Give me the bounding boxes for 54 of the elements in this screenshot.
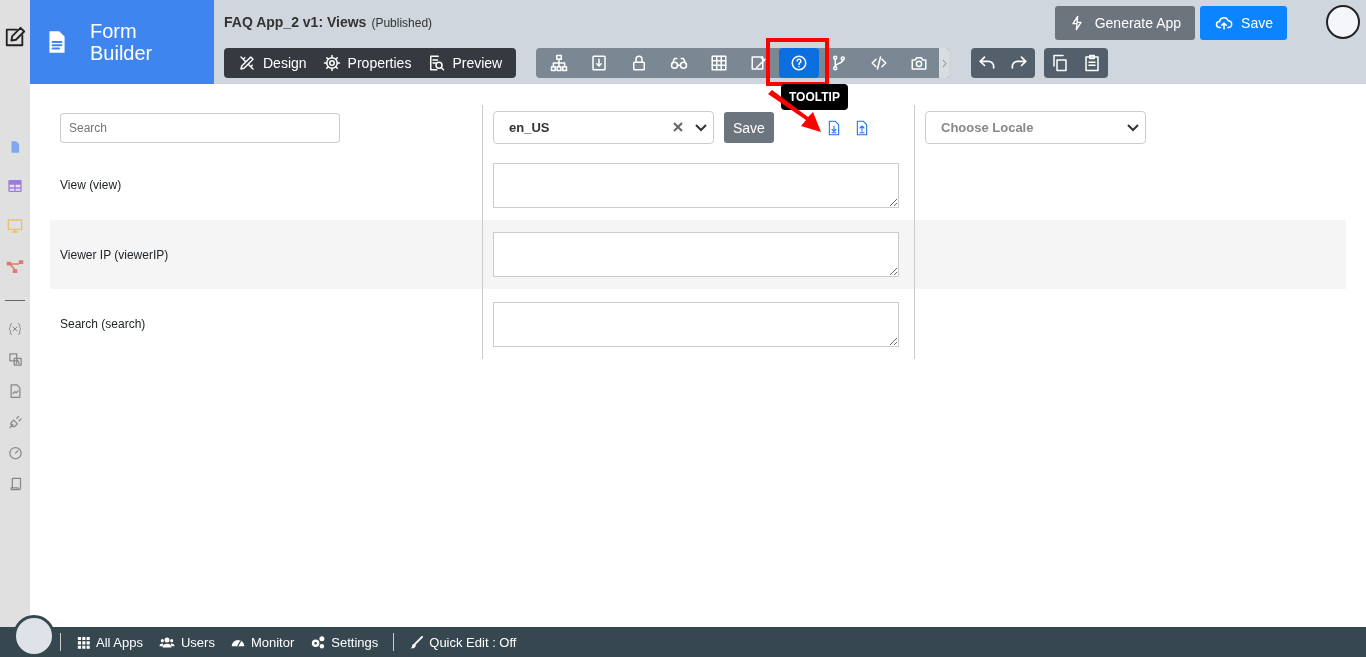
status-label: (Published) bbox=[371, 16, 433, 30]
toolbar-button[interactable] bbox=[779, 48, 820, 78]
footer-link[interactable]: Quick Edit : Off bbox=[409, 634, 517, 650]
brush-icon bbox=[409, 634, 425, 650]
help-icon bbox=[790, 54, 809, 72]
footer-link[interactable]: Users bbox=[158, 634, 215, 650]
form-title: FAQ App_2 v1: Views bbox=[224, 14, 367, 30]
generate-app-button[interactable]: Generate App bbox=[1054, 6, 1196, 40]
variable-icon bbox=[7, 321, 23, 337]
choose-locale-select[interactable]: Choose Locale bbox=[925, 111, 1146, 144]
edit-icon bbox=[4, 26, 26, 48]
cloud-upload-icon bbox=[1214, 14, 1235, 32]
translation-field[interactable] bbox=[493, 162, 899, 208]
mode-tab[interactable]: Properties bbox=[316, 48, 418, 78]
table-icon bbox=[6, 178, 24, 194]
translation-field[interactable] bbox=[493, 232, 899, 277]
script-icon bbox=[7, 476, 23, 492]
mode-tab[interactable]: Design bbox=[232, 48, 313, 78]
monitor-icon bbox=[6, 218, 24, 234]
translation-field[interactable] bbox=[493, 301, 899, 347]
save-translation-button[interactable]: Save bbox=[724, 112, 774, 143]
avatar[interactable] bbox=[1326, 5, 1360, 39]
tooltip: TOOLTIP bbox=[781, 84, 848, 110]
document-search-icon bbox=[427, 54, 446, 72]
translate-icon bbox=[7, 352, 23, 367]
field-label: Viewer IP (viewerIP) bbox=[60, 247, 169, 262]
sitemap-icon bbox=[550, 54, 569, 72]
app-title: Form Builder bbox=[90, 20, 154, 64]
chevron-down-icon bbox=[695, 123, 707, 132]
plug-icon bbox=[7, 414, 23, 430]
file-chart-icon bbox=[7, 383, 23, 399]
field-label: Search (search) bbox=[60, 317, 146, 331]
clipboard-icon bbox=[1083, 54, 1102, 72]
grid-icon bbox=[76, 634, 91, 650]
camera-icon bbox=[910, 54, 929, 72]
save-button[interactable]: Save bbox=[1200, 6, 1287, 40]
code-icon bbox=[870, 54, 889, 72]
gear-icon bbox=[322, 54, 341, 72]
grid-icon bbox=[710, 54, 729, 72]
search-field[interactable]: Search bbox=[60, 112, 340, 143]
chevron-down-icon bbox=[1127, 123, 1139, 132]
speedometer-icon bbox=[7, 445, 23, 460]
flow-icon bbox=[5, 258, 25, 276]
footer-link[interactable]: Settings bbox=[309, 634, 379, 650]
copy-icon bbox=[1051, 54, 1070, 72]
locale-select[interactable]: en_US bbox=[493, 111, 714, 144]
clear-icon[interactable] bbox=[673, 122, 683, 132]
ruler-pencil-icon bbox=[238, 54, 256, 72]
mode-tab[interactable]: Preview bbox=[421, 48, 509, 78]
field-label: View (view) bbox=[60, 178, 122, 192]
chevron-right-icon bbox=[941, 58, 947, 68]
footer-link[interactable]: All Apps bbox=[76, 634, 143, 650]
footer-link[interactable]: Monitor bbox=[229, 634, 295, 650]
gears-icon bbox=[309, 634, 327, 650]
